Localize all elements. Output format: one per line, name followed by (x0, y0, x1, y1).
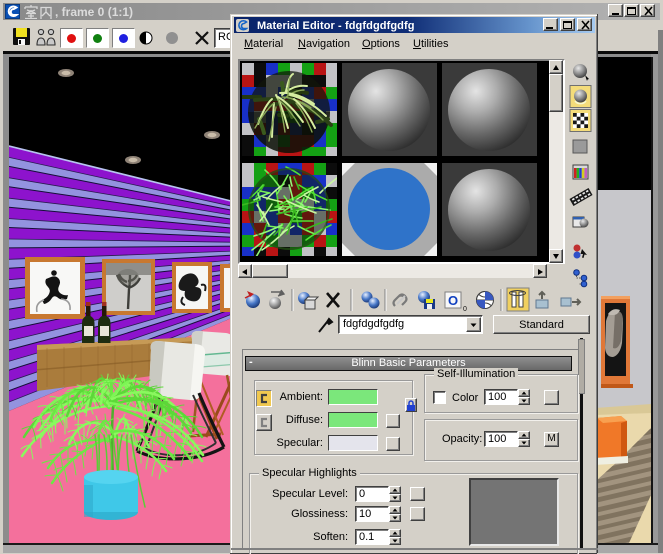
svg-text:O: O (448, 293, 458, 308)
svg-text:0: 0 (463, 306, 467, 313)
